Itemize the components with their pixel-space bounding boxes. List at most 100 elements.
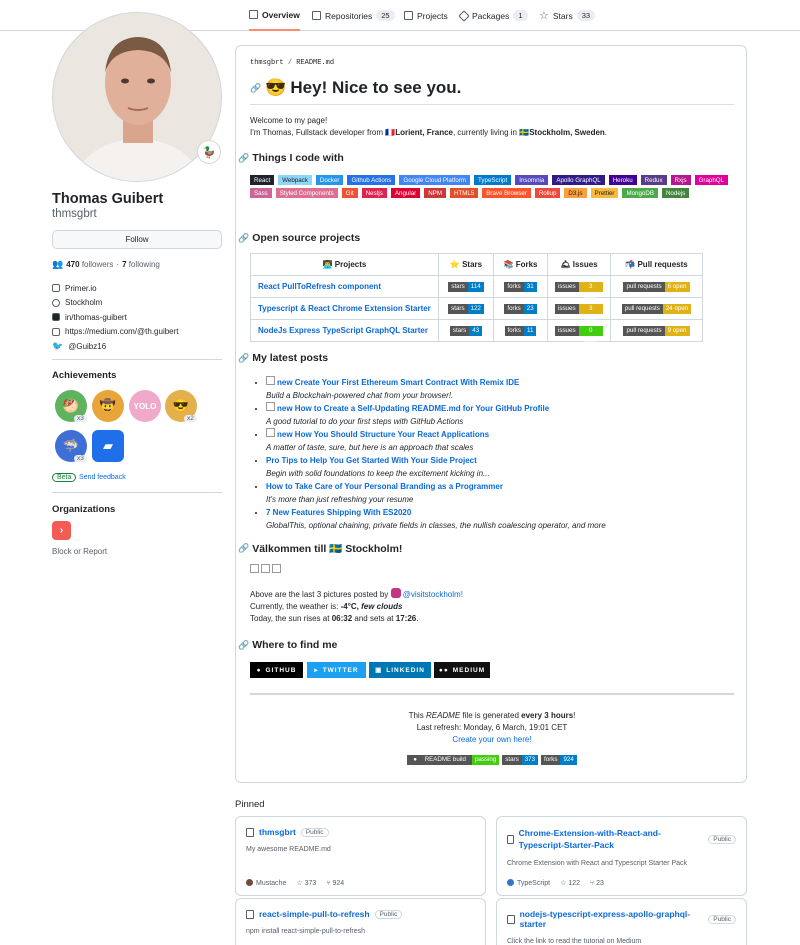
things-heading: 🔗 Things I code with: [238, 152, 344, 164]
project-link[interactable]: React PullToRefresh component: [258, 282, 381, 291]
create-own-link[interactable]: Create your own here!: [452, 735, 531, 744]
tab-packages[interactable]: Packages 1: [458, 0, 528, 31]
organization-avatar[interactable]: ›: [52, 521, 71, 540]
build-status-badge[interactable]: ● README build passing: [407, 755, 500, 765]
repo-name-link[interactable]: nodejs-typescript-express-apollo-graphql…: [520, 909, 704, 929]
achievement-yolo-icon[interactable]: YOLO: [129, 390, 161, 422]
tech-badge: Insomnia: [515, 175, 549, 185]
anchor-link-icon[interactable]: 🔗: [238, 153, 249, 164]
anchor-link-icon[interactable]: 🔗: [238, 233, 249, 244]
post-title-link[interactable]: Pro Tips to Help You Get Started With Yo…: [266, 456, 477, 465]
anchor-link-icon[interactable]: 🔗: [250, 83, 261, 94]
profile-readme: thmsgbrt / README.md 🔗 😎 Hey! Nice to se…: [235, 45, 747, 783]
project-name-cell[interactable]: Typescript & React Chrome Extension Star…: [250, 297, 439, 320]
location-row: Stockholm: [52, 296, 179, 311]
repo-stars[interactable]: ☆ 373: [296, 879, 316, 887]
tab-overview[interactable]: Overview: [249, 0, 300, 31]
anchor-link-icon[interactable]: 🔗: [238, 640, 249, 651]
profile-login: thmsgbrt: [52, 208, 97, 220]
achievements-title: Achievements: [52, 370, 117, 381]
anchor-link-icon[interactable]: 🔗: [238, 353, 249, 364]
post-new-prefix[interactable]: new: [277, 430, 293, 439]
block-or-report-link[interactable]: Block or Report: [52, 547, 107, 556]
badge-value: 114: [467, 282, 484, 292]
post-title-link[interactable]: How You Should Structure Your React Appl…: [295, 430, 489, 439]
tab-repositories[interactable]: Repositories 25: [312, 0, 395, 31]
follow-button[interactable]: Follow: [52, 230, 222, 249]
total-forks-badge[interactable]: forks 924: [541, 755, 577, 765]
repo-forks[interactable]: ⑂ 924: [326, 880, 344, 887]
broken-image-icon[interactable]: [272, 564, 281, 573]
linkedin-row[interactable]: in/thomas-guibert: [52, 310, 179, 325]
linkedin-social-badge[interactable]: ▣ LINKEDIN: [369, 662, 431, 678]
shield-badge[interactable]: stars 43: [449, 326, 483, 336]
post-title-link[interactable]: 7 New Features Shipping With ES2020: [266, 508, 411, 517]
crumb-file: README.md: [296, 59, 335, 67]
shield-badge[interactable]: forks 11: [504, 326, 537, 336]
shield-badge[interactable]: issues 3 open: [555, 304, 603, 322]
website-row[interactable]: https://medium.com/@th.guibert: [52, 325, 179, 340]
twitter-row[interactable]: 🐦 @Guibz16: [52, 339, 179, 354]
medium-social-badge[interactable]: ●● MEDIUM: [434, 662, 490, 678]
twitter[interactable]: @Guibz16: [68, 342, 106, 351]
project-name-cell[interactable]: NodeJs Express TypeScript GraphQL Starte…: [250, 319, 439, 342]
post-title-link[interactable]: How to Create a Self-Updating README.md …: [295, 404, 549, 413]
shield-badge[interactable]: stars 122: [448, 304, 484, 314]
people-icon: 👥: [52, 259, 64, 269]
broken-image-icon[interactable]: [250, 564, 259, 573]
linkedin[interactable]: in/thomas-guibert: [65, 313, 127, 322]
anchor-link-icon[interactable]: 🔗: [238, 543, 249, 554]
project-name-cell[interactable]: React PullToRefresh component: [250, 275, 439, 298]
issues-cell: issues 3 open: [547, 275, 611, 300]
col-issues: 🛎 Issues: [547, 253, 611, 276]
shield-badge[interactable]: issues 0 open: [555, 326, 603, 344]
tab-counter: 33: [576, 10, 596, 21]
star-icon: ☆: [539, 10, 549, 22]
prs-cell: pull requests 24 open: [610, 297, 703, 320]
repo-stars[interactable]: ☆ 122: [560, 879, 580, 887]
repo-title-row: react-simple-pull-to-refresh Public: [246, 909, 475, 919]
tab-counter: 1: [513, 10, 528, 21]
post-new-prefix[interactable]: new: [277, 378, 293, 387]
pictures-caption: Above are the last 3 pictures posted by …: [250, 588, 463, 602]
achievement-starstruck-icon[interactable]: 🤠: [92, 390, 124, 422]
badge-value: 43: [469, 326, 483, 336]
repo-forks[interactable]: ⑂ 23: [590, 880, 604, 887]
repo-name-link[interactable]: Chrome-Extension-with-React-and-Typescri…: [519, 827, 704, 851]
github-social-badge[interactable]: ● GITHUB: [250, 662, 303, 678]
twitter-social-badge[interactable]: ▸ TWITTER: [307, 662, 366, 678]
send-feedback-link[interactable]: Send feedback: [79, 474, 126, 481]
shield-badge[interactable]: issues 3 open: [555, 282, 603, 300]
tab-projects[interactable]: Projects: [404, 0, 448, 31]
shield-badge[interactable]: forks 31: [504, 282, 537, 292]
broken-image-icon[interactable]: [261, 564, 270, 573]
instagram-handle-link[interactable]: @visitstockholm!: [403, 590, 463, 599]
project-link[interactable]: NodeJs Express TypeScript GraphQL Starte…: [258, 326, 428, 335]
followers-link[interactable]: 470 followers: [66, 260, 113, 269]
status-emoji-badge[interactable]: 🦆: [197, 140, 221, 164]
post-new-prefix[interactable]: new: [277, 404, 293, 413]
shield-badge[interactable]: stars 114: [448, 282, 484, 292]
tab-stars[interactable]: ☆ Stars 33: [539, 0, 596, 31]
shield-badge[interactable]: forks 23: [504, 304, 537, 314]
company-row: Primer.io: [52, 281, 179, 296]
shield-badge[interactable]: pull requests 24 open: [621, 304, 692, 314]
post-title-link[interactable]: How to Take Care of Your Personal Brandi…: [266, 482, 503, 491]
badge-label: forks: [541, 755, 561, 765]
shield-badge[interactable]: pull requests 9 open: [623, 326, 690, 336]
repo-name-link[interactable]: react-simple-pull-to-refresh: [259, 909, 370, 919]
website[interactable]: https://medium.com/@th.guibert: [65, 327, 179, 336]
new-image-icon: [266, 428, 275, 437]
crumb-user[interactable]: thmsgbrt: [250, 59, 284, 67]
total-stars-badge[interactable]: stars 373: [502, 755, 539, 765]
repo-name-link[interactable]: thmsgbrt: [259, 827, 296, 837]
following-link[interactable]: 7 following: [122, 260, 160, 269]
achievement-arctic-vault-icon[interactable]: ▰: [92, 430, 124, 462]
avatar[interactable]: [52, 12, 222, 182]
badge-label: stars: [502, 755, 522, 765]
post-title-link[interactable]: Create Your First Ethereum Smart Contrac…: [295, 378, 520, 387]
repo-icon: [507, 914, 515, 924]
project-link[interactable]: Typescript & React Chrome Extension Star…: [258, 304, 431, 313]
shield-badge[interactable]: pull requests 6 open: [623, 282, 690, 292]
visibility-badge: Public: [300, 827, 329, 837]
